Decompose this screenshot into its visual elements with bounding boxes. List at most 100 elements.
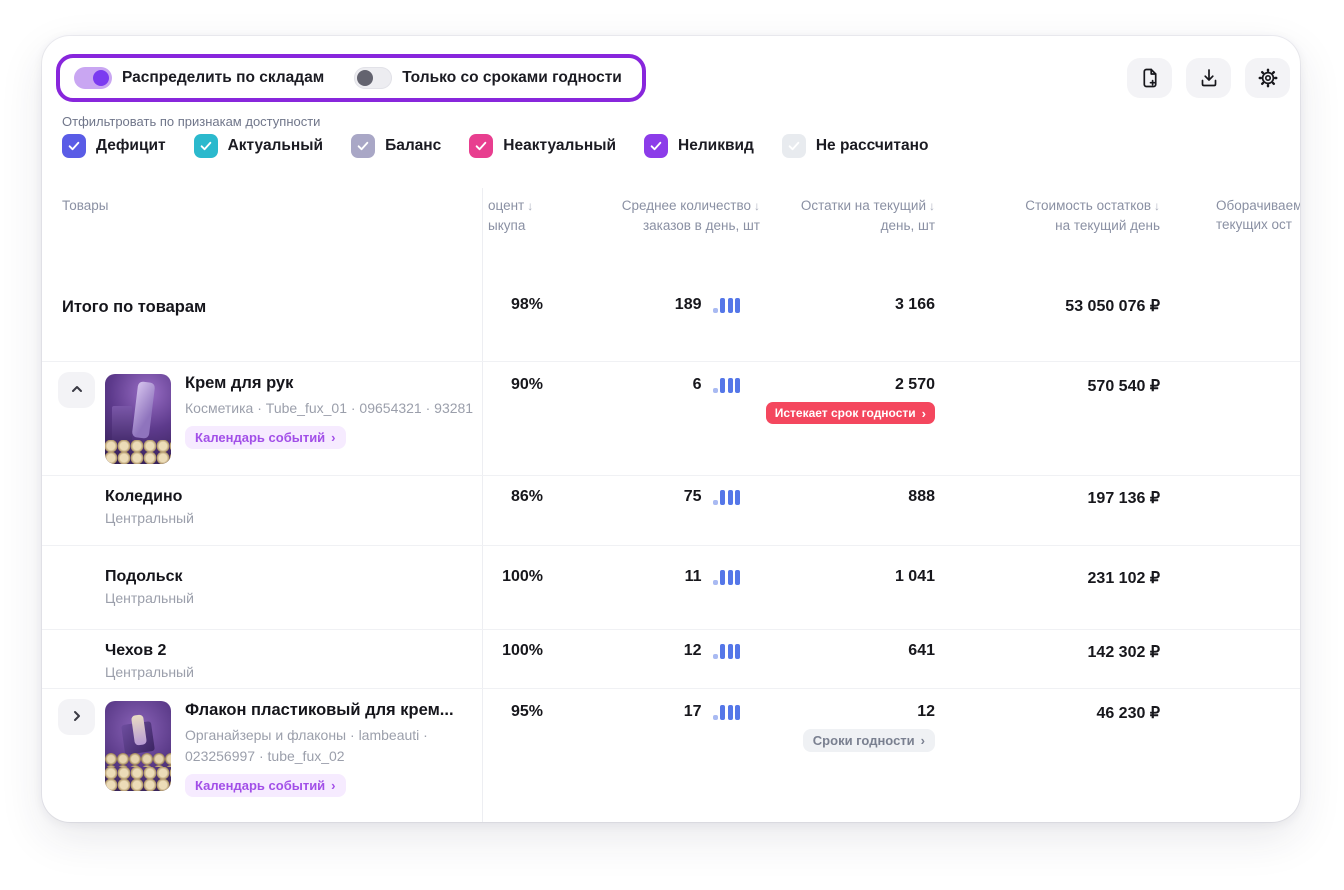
checkbox-checked-icon <box>644 134 668 158</box>
stock-cost-value: 142 302 ₽ <box>1088 642 1160 662</box>
toggle-switch-on[interactable] <box>74 67 112 89</box>
warehouse-name: Подольск <box>105 568 183 586</box>
product-image <box>105 701 171 791</box>
expand-row-button[interactable] <box>58 699 95 735</box>
product-title: Крем для рук <box>185 374 485 393</box>
orders-chart-icon[interactable] <box>713 297 741 313</box>
toggle-switch-off[interactable] <box>354 67 392 89</box>
column-header-turnover[interactable]: Оборачиваем текущих ост <box>1216 196 1300 234</box>
stock-value: 2 570 <box>895 376 935 394</box>
filter-illiquid[interactable]: Не рассчитано Неликвид <box>644 134 754 158</box>
add-document-button[interactable] <box>1127 58 1172 98</box>
file-plus-icon <box>1138 66 1162 90</box>
column-header-avg-orders[interactable]: Среднее количество↓ заказов в день, шт <box>622 196 760 235</box>
sort-down-icon: ↓ <box>929 199 935 213</box>
filter-checkbox-row: Дефицит Актуальный Баланс Неактуальный <box>62 134 928 158</box>
buyout-percent-value: 90% <box>511 376 543 394</box>
product-title: Флакон пластиковый для крем... <box>185 701 485 720</box>
table-row-warehouse: Подольск Центральный 100% 11 1 041 231 1… <box>42 545 1300 629</box>
avg-orders-cell: 189 <box>675 296 740 314</box>
settings-button[interactable] <box>1245 58 1290 98</box>
orders-chart-icon[interactable] <box>713 377 741 393</box>
stock-cost-value: 231 102 ₽ <box>1088 568 1160 588</box>
sort-down-icon: ↓ <box>754 199 760 213</box>
product-meta: Косметика · Tube_fux_01 · 09654321 · 932… <box>185 398 485 419</box>
checkbox-checked-icon <box>782 134 806 158</box>
stock-cost-value: 197 136 ₽ <box>1088 488 1160 508</box>
toggle-only-with-expiry[interactable]: Только со сроками годности <box>354 67 622 89</box>
buyout-percent-value: 100% <box>502 568 543 586</box>
chevron-right-icon <box>67 706 87 729</box>
orders-chart-icon[interactable] <box>713 643 741 659</box>
warehouse-region: Центральный <box>105 664 194 680</box>
avg-orders-value: 17 <box>684 703 702 721</box>
filter-section-label: Отфильтровать по признакам доступности <box>62 114 320 129</box>
checkbox-checked-icon <box>194 134 218 158</box>
chevron-right-icon: › <box>331 431 335 444</box>
product-meta: Органайзеры и флаконы · lambeauti · 0232… <box>185 725 485 767</box>
avg-orders-cell: 17 <box>684 703 740 721</box>
filter-label: Неактуальный <box>503 137 616 155</box>
buyout-percent-value: 98% <box>511 296 543 314</box>
gear-icon <box>1256 66 1280 90</box>
filter-label: Не рассчитано <box>816 137 929 155</box>
download-icon <box>1197 66 1221 90</box>
stock-cell: 3 166 <box>895 296 935 314</box>
buyout-percent-value: 86% <box>511 488 543 506</box>
column-header-current-stock[interactable]: Остатки на текущий↓ день, шт <box>801 196 935 235</box>
filter-label: Неликвид <box>678 137 754 155</box>
column-header-stock-cost[interactable]: Стоимость остатков↓ на текущий день <box>1025 196 1160 235</box>
chevron-right-icon: › <box>331 779 335 792</box>
product-info: Крем для рук Косметика · Tube_fux_01 · 0… <box>185 374 485 449</box>
filter-not-actual[interactable]: Неактуальный <box>469 134 616 158</box>
filter-label: Актуальный <box>228 137 323 155</box>
toggle-knob <box>93 70 109 86</box>
column-header-buyout-percent[interactable]: оцент↓ ыкупа <box>488 196 533 235</box>
download-button[interactable] <box>1186 58 1231 98</box>
orders-chart-icon[interactable] <box>713 489 741 505</box>
toggle-distribute-by-warehouse[interactable]: Распределить по складам <box>74 67 324 89</box>
filter-actual[interactable]: Актуальный <box>194 134 323 158</box>
collapse-row-button[interactable] <box>58 372 95 408</box>
stock-cell: 12 Сроки годности› <box>803 703 935 752</box>
table-row-product: Флакон пластиковый для крем... Органайзе… <box>42 688 1300 822</box>
avg-orders-value: 12 <box>684 642 702 660</box>
table-row-warehouse: Коледино Центральный 86% 75 888 197 136 … <box>42 475 1300 545</box>
toggle-knob <box>357 70 373 86</box>
events-calendar-badge[interactable]: Календарь событий› <box>185 774 346 797</box>
warehouse-region: Центральный <box>105 510 194 526</box>
chevron-right-icon: › <box>922 407 926 420</box>
avg-orders-value: 6 <box>693 376 702 394</box>
events-calendar-badge[interactable]: Календарь событий› <box>185 426 346 449</box>
toggle-label: Распределить по складам <box>122 69 324 87</box>
product-image <box>105 374 171 464</box>
sort-down-icon: ↓ <box>1154 199 1160 213</box>
checkbox-checked-icon <box>469 134 493 158</box>
stock-value: 888 <box>908 488 935 506</box>
product-info: Флакон пластиковый для крем... Органайзе… <box>185 701 485 797</box>
table-body: Итого по товарам 98% 189 3 166 53 050 07… <box>42 248 1300 822</box>
stock-cell: 1 041 <box>895 568 935 586</box>
expiry-warning-badge[interactable]: Истекает срок годности› <box>766 402 935 424</box>
stock-value: 1 041 <box>895 568 935 586</box>
orders-chart-icon[interactable] <box>713 704 741 720</box>
chevron-right-icon: › <box>921 734 925 747</box>
stock-cell: 641 <box>908 642 935 660</box>
filter-balance[interactable]: Баланс <box>351 134 441 158</box>
analytics-card: Распределить по складам Только со срокам… <box>42 36 1300 822</box>
stock-value: 3 166 <box>895 296 935 314</box>
checkbox-checked-icon <box>62 134 86 158</box>
chevron-up-icon <box>67 379 87 402</box>
orders-chart-icon[interactable] <box>713 569 741 585</box>
toolbar-actions <box>1127 58 1290 98</box>
expiry-dates-badge[interactable]: Сроки годности› <box>803 729 935 752</box>
checkbox-checked-icon <box>351 134 375 158</box>
stock-cell: 2 570 Истекает срок годности› <box>766 376 935 424</box>
filter-deficit[interactable]: Дефицит <box>62 134 166 158</box>
warehouse-region: Центральный <box>105 590 194 606</box>
stock-value: 641 <box>908 642 935 660</box>
avg-orders-cell: 75 <box>684 488 740 506</box>
table-row-warehouse: Чехов 2 Центральный 100% 12 641 142 302 … <box>42 629 1300 688</box>
toggle-group-annotation: Распределить по складам Только со срокам… <box>56 54 646 102</box>
filter-not-calculated[interactable]: Не рассчитано <box>782 134 929 158</box>
